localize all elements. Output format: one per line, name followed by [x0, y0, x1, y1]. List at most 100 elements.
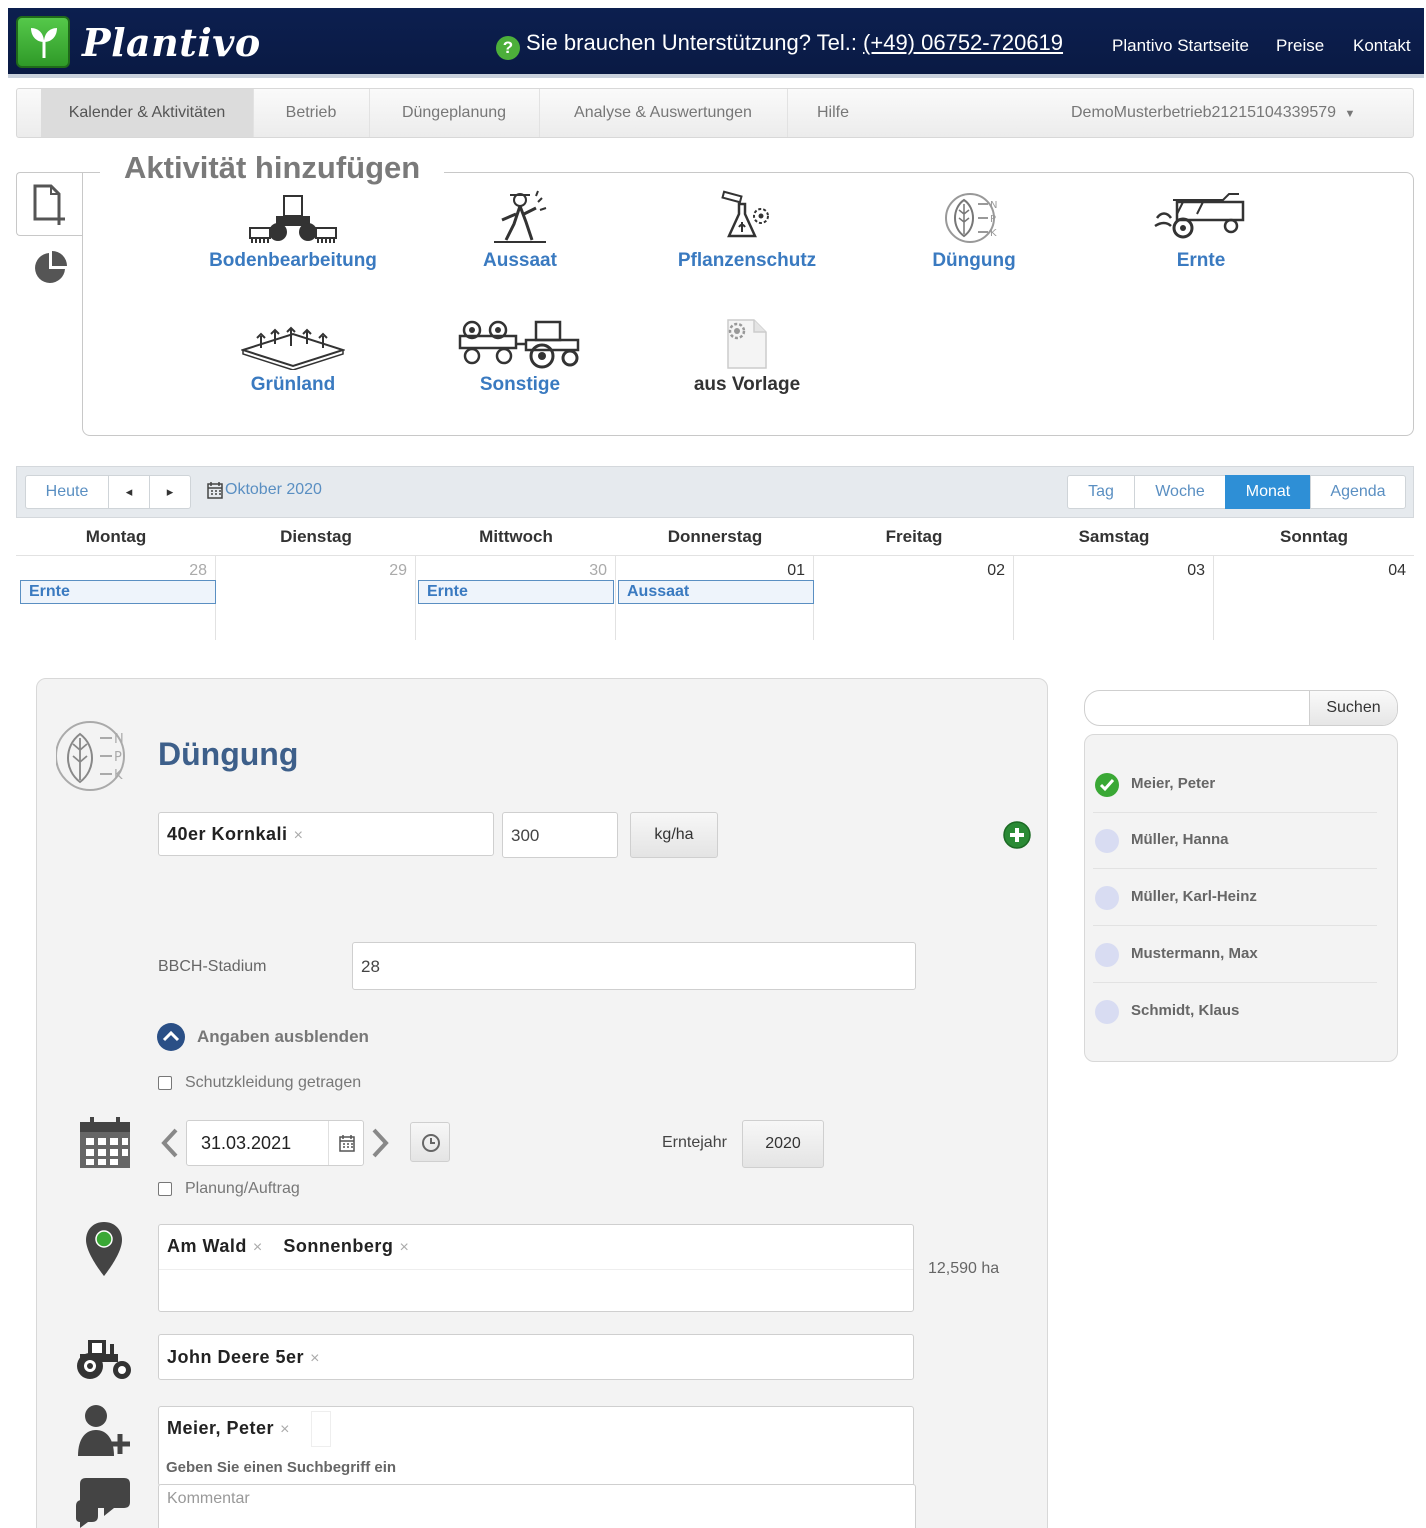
remove-tag-icon[interactable]: × [253, 1239, 263, 1256]
fertilizer-npk-icon: N P K [945, 193, 997, 243]
view-agenda-button[interactable]: Agenda [1310, 475, 1406, 509]
tab-duengeplanung[interactable]: Düngeplanung [369, 89, 539, 137]
planning-checkbox[interactable] [158, 1182, 172, 1196]
person-list-item[interactable]: Mustermann, Max [1093, 927, 1377, 983]
tenant-dropdown[interactable]: DemoMusterbetrieb21215104339579 ▼ [1071, 89, 1355, 138]
protective-clothing-checkbox[interactable] [158, 1076, 172, 1090]
person-list-name: Mustermann, Max [1131, 945, 1258, 962]
field-divider [159, 1269, 913, 1270]
day-cell[interactable]: 28 Ernte [16, 556, 216, 640]
prev-month-button[interactable]: ◂ [108, 475, 150, 509]
activity-gruenland[interactable]: Grünland [193, 318, 393, 396]
time-button[interactable] [410, 1122, 450, 1162]
svg-text:N: N [114, 732, 124, 747]
hide-details-toggle[interactable]: Angaben ausblenden [197, 1027, 369, 1047]
remove-tag-icon[interactable]: × [280, 1421, 290, 1438]
remove-tag-icon[interactable]: × [294, 827, 304, 844]
field-tag[interactable]: Sonnenberg × [283, 1236, 409, 1256]
person-list-item[interactable]: Schmidt, Klaus [1093, 984, 1377, 1040]
phone-link[interactable]: (+49) 06752-720619 [863, 30, 1063, 55]
activity-bodenbearbeitung[interactable]: Bodenbearbeitung [193, 190, 393, 272]
tab-kalender[interactable]: Kalender & Aktivitäten [41, 89, 253, 137]
tab-hilfe[interactable]: Hilfe [787, 89, 879, 137]
field-tag[interactable]: Am Wald × [167, 1236, 263, 1256]
sowing-farmer-icon [494, 190, 547, 243]
search-button[interactable]: Suchen [1309, 691, 1397, 725]
combine-harvester-icon [1154, 193, 1245, 239]
tab-analyse[interactable]: Analyse & Auswertungen [539, 89, 787, 137]
svg-text:P: P [114, 750, 122, 765]
new-document-icon [33, 184, 65, 225]
chevron-up-icon[interactable] [156, 1022, 186, 1052]
machine-select[interactable]: John Deere 5er × [158, 1334, 914, 1380]
activity-ernte[interactable]: Ernte [1101, 190, 1301, 272]
activity-duengung[interactable]: N P K Düngung [874, 190, 1074, 272]
calendar-icon [207, 482, 223, 499]
link-preise[interactable]: Preise [1276, 36, 1324, 56]
activity-aussaat[interactable]: Aussaat [420, 190, 620, 272]
calendar-toolbar: Heute ◂ ▸ Oktober 2020 Tag Woche Monat A… [16, 466, 1414, 518]
machine-tag[interactable]: John Deere 5er × [167, 1347, 320, 1367]
today-button[interactable]: Heute [25, 475, 109, 509]
activity-label: Düngung [932, 250, 1016, 271]
person-list-item[interactable]: Müller, Karl-Heinz [1093, 870, 1377, 926]
view-week-button[interactable]: Woche [1134, 475, 1226, 509]
calendar-event[interactable]: Ernte [418, 580, 614, 604]
fertilizer-tag[interactable]: 40er Kornkali × [167, 824, 303, 844]
person-list-item[interactable]: Müller, Hanna [1093, 813, 1377, 869]
day-cell[interactable]: 30 Ernte [416, 556, 616, 640]
person-list: Meier, Peter Müller, Hanna Müller, Karl-… [1084, 734, 1398, 1062]
new-document-tab[interactable] [16, 172, 84, 236]
activity-label: Grünland [250, 374, 336, 395]
person-search-caret[interactable] [311, 1411, 331, 1447]
day-cell[interactable]: 02 [814, 556, 1014, 640]
comment-textarea[interactable]: Kommentar [158, 1484, 916, 1528]
weekday-header: Mittwoch [416, 518, 616, 556]
date-picker-button[interactable] [328, 1121, 364, 1165]
weekday-header: Samstag [1014, 518, 1214, 556]
bbch-label: BBCH-Stadium [158, 958, 267, 975]
fields-select[interactable]: Am Wald × Sonnenberg × [158, 1224, 914, 1312]
protective-clothing-label: Schutzkleidung getragen [185, 1074, 362, 1091]
day-cell[interactable]: 04 [1214, 556, 1414, 640]
day-cell[interactable]: 01 Aussaat [616, 556, 814, 640]
activity-pflanzenschutz[interactable]: Pflanzenschutz [647, 190, 847, 272]
plantivo-logo-icon[interactable] [16, 16, 70, 68]
unit-button[interactable]: kg/ha [630, 812, 718, 858]
brand-name[interactable]: Plantivo [82, 20, 261, 65]
tenant-name: DemoMusterbetrieb21215104339579 [1071, 104, 1337, 121]
calendar-event[interactable]: Aussaat [618, 580, 814, 604]
add-fertilizer-icon[interactable] [1002, 820, 1032, 850]
remove-tag-icon[interactable]: × [310, 1350, 320, 1367]
current-month-label[interactable]: Oktober 2020 [225, 481, 322, 499]
tab-betrieb[interactable]: Betrieb [253, 89, 369, 137]
link-kontakt[interactable]: Kontakt [1353, 36, 1411, 56]
activity-label: Sonstige [479, 374, 561, 395]
person-select[interactable]: Meier, Peter × Geben Sie einen Suchbegrif… [158, 1406, 914, 1486]
activity-sonstige[interactable]: Sonstige [420, 318, 620, 396]
day-number: 30 [589, 562, 607, 579]
person-list-item[interactable]: Meier, Peter [1093, 757, 1377, 813]
remove-tag-icon[interactable]: × [399, 1239, 409, 1256]
day-cell[interactable]: 03 [1014, 556, 1214, 640]
comment-icon [76, 1478, 130, 1528]
day-cell[interactable]: 29 [216, 556, 416, 640]
calendar-event[interactable]: Ernte [20, 580, 216, 604]
day-number: 04 [1388, 562, 1406, 579]
month-calendar: Montag Dienstag Mittwoch Donnerstag Frei… [16, 518, 1414, 640]
bbch-input[interactable]: 28 [352, 942, 916, 990]
next-date-icon[interactable] [370, 1126, 392, 1160]
link-startseite[interactable]: Plantivo Startseite [1112, 36, 1249, 56]
person-tag[interactable]: Meier, Peter × [167, 1418, 290, 1439]
fertilizer-select[interactable]: 40er Kornkali × [158, 812, 494, 856]
amount-input[interactable]: 300 [502, 812, 618, 858]
prev-date-icon[interactable] [158, 1126, 180, 1160]
pie-chart-icon[interactable] [32, 250, 68, 286]
person-search-input[interactable]: Suchen [1084, 690, 1398, 726]
harvest-year-button[interactable]: 2020 [742, 1120, 824, 1168]
view-month-button[interactable]: Monat [1225, 475, 1311, 509]
activity-form-card [36, 678, 1048, 1528]
view-day-button[interactable]: Tag [1067, 475, 1135, 509]
activity-aus-vorlage[interactable]: aus Vorlage [647, 318, 847, 396]
next-month-button[interactable]: ▸ [149, 475, 191, 509]
